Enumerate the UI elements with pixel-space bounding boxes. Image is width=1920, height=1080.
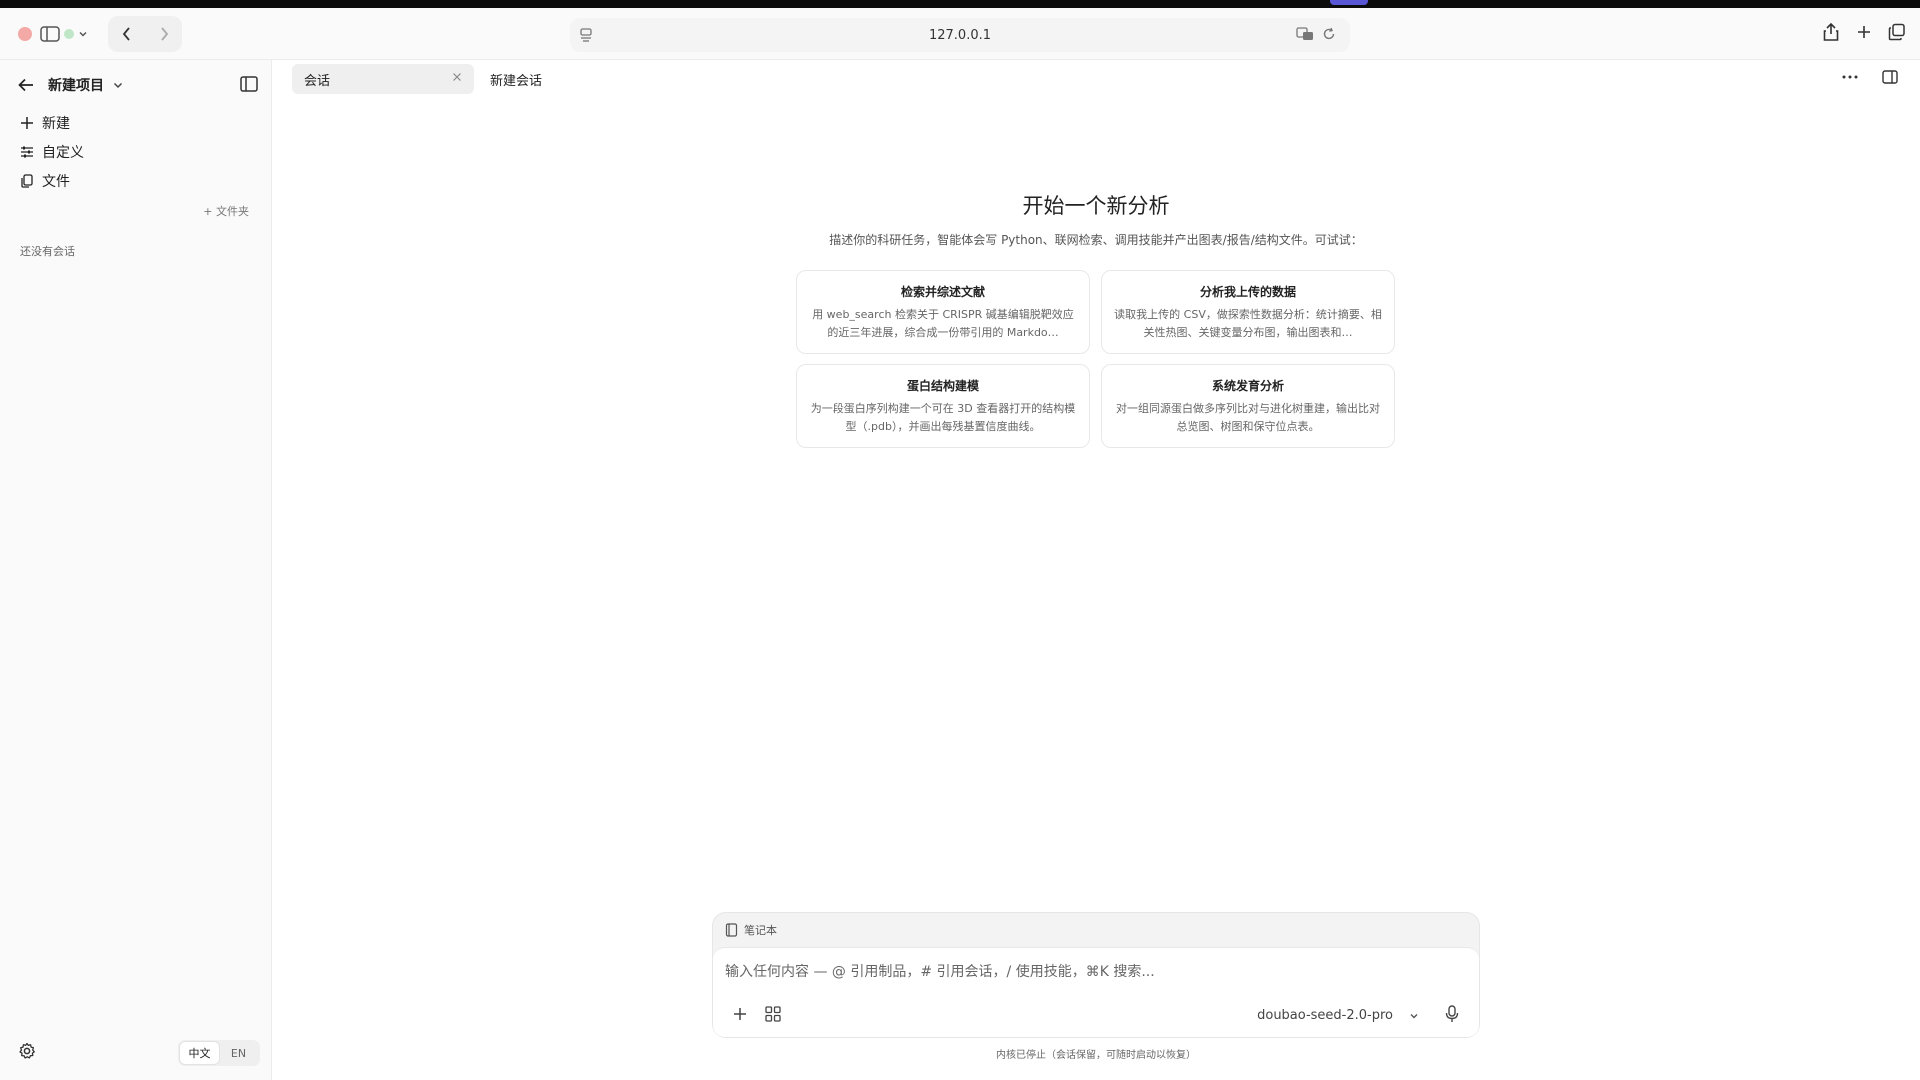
tab-overview-button[interactable] xyxy=(1888,23,1906,41)
share-icon xyxy=(1823,22,1839,41)
forward-button[interactable] xyxy=(158,26,170,42)
kernel-status-text: 内核已停止（会话保留，可随时启动以恢复） xyxy=(996,1050,1196,1061)
url-text: 127.0.0.1 xyxy=(928,27,992,43)
toggle-right-panel-button[interactable] xyxy=(1882,70,1898,84)
tab-strip: 会话 新建会话 xyxy=(272,60,1920,96)
translate-icon[interactable] xyxy=(1296,27,1314,41)
chevron-left-icon xyxy=(122,27,130,41)
language-zh-button[interactable]: 中文 xyxy=(180,1042,219,1064)
message-input[interactable] xyxy=(725,960,1465,984)
settings-button[interactable] xyxy=(18,1042,36,1060)
card-title: 蛋白结构建模 xyxy=(906,379,979,393)
suggestion-card-data-analysis[interactable]: 分析我上传的数据 读取我上传的 CSV，做探索性数据分析：统计摘要、相关性热图、… xyxy=(1101,270,1395,354)
close-window-button[interactable] xyxy=(18,27,32,41)
suggestion-card-phylogeny[interactable]: 系统发育分析 对一组同源蛋白做多序列比对与进化树重建，输出比对总览图、树图和保守… xyxy=(1101,364,1395,448)
add-folder-button[interactable]: + 文件夹 xyxy=(203,203,249,219)
chevron-down-icon xyxy=(1410,1013,1418,1018)
composer: 笔记本 doubao-seed-2.0-pro xyxy=(712,912,1480,1038)
sidebar-toggle-icon[interactable] xyxy=(40,26,60,42)
model-name: doubao-seed-2.0-pro xyxy=(1257,1008,1393,1023)
tab-label: 会话 xyxy=(304,73,331,89)
page-settings-icon[interactable] xyxy=(578,27,594,47)
new-tab-button[interactable] xyxy=(1856,24,1872,40)
sidebar-item-label: 新建 xyxy=(42,115,70,132)
chevron-down-icon xyxy=(113,82,123,89)
navigation-buttons xyxy=(108,16,182,52)
sidebar-item-label: 文件 xyxy=(42,173,70,190)
microphone-icon xyxy=(1445,1005,1459,1022)
share-button[interactable] xyxy=(1822,22,1840,42)
sidebar-item-files[interactable]: 文件 xyxy=(20,166,84,195)
plus-icon xyxy=(1858,26,1870,38)
card-title: 检索并综述文献 xyxy=(900,285,985,299)
welcome-subtitle: 描述你的科研任务，智能体会写 Python、联网检索、调用技能并产出图表/报告/… xyxy=(829,233,1363,247)
suggestion-card-protein-structure[interactable]: 蛋白结构建模 为一段蛋白序列构建一个可在 3D 查看器打开的结构模型（.pdb）… xyxy=(796,364,1090,448)
chevron-down-icon[interactable] xyxy=(78,29,88,39)
sidebar-item-label: 自定义 xyxy=(42,144,84,161)
more-horizontal-icon xyxy=(1842,75,1858,79)
notebook-icon xyxy=(725,923,738,937)
address-bar[interactable]: 127.0.0.1 xyxy=(570,18,1350,52)
sidebar: 新建项目 新建 自定义 文件 + 文件夹 还没有会话 中文 EN xyxy=(0,60,272,1080)
tab-conversation[interactable]: 会话 xyxy=(292,64,474,94)
tab-group-dot-icon xyxy=(64,29,74,39)
card-description: 对一组同源蛋白做多序列比对与进化树重建，输出比对总览图、树图和保守位点表。 xyxy=(1116,402,1380,433)
browser-right-actions xyxy=(1822,22,1906,42)
browser-toolbar: 127.0.0.1 xyxy=(0,8,1920,60)
suggestion-card-literature[interactable]: 检索并综述文献 用 web_search 检索关于 CRISPR 碱基编辑脱靶效… xyxy=(796,270,1090,354)
system-top-strip xyxy=(0,0,1920,8)
card-title: 系统发育分析 xyxy=(1211,379,1284,393)
gear-icon xyxy=(19,1042,35,1059)
back-button[interactable] xyxy=(121,26,133,42)
plus-icon xyxy=(20,116,42,130)
files-icon xyxy=(20,173,42,188)
sliders-icon xyxy=(20,145,42,159)
sidebar-panel-icon xyxy=(240,76,258,92)
composer-input-area: doubao-seed-2.0-pro xyxy=(713,947,1479,1037)
back-to-projects-button[interactable] xyxy=(18,78,34,92)
sidebar-toggle-group[interactable] xyxy=(36,18,92,50)
card-description: 用 web_search 检索关于 CRISPR 碱基编辑脱靶效应的近三年进展，… xyxy=(812,308,1074,339)
card-description: 为一段蛋白序列构建一个可在 3D 查看器打开的结构模型（.pdb），并画出每残基… xyxy=(810,402,1076,433)
sidebar-item-customize[interactable]: 自定义 xyxy=(20,137,84,166)
composer-tools xyxy=(733,1006,781,1022)
sidebar-item-new[interactable]: 新建 xyxy=(20,108,84,137)
notebook-selector[interactable]: 笔记本 xyxy=(725,922,777,938)
arrow-left-icon xyxy=(18,78,33,92)
close-tab-button[interactable] xyxy=(452,72,462,82)
project-title[interactable]: 新建项目 xyxy=(48,75,104,95)
close-icon xyxy=(453,73,461,81)
project-header: 新建项目 xyxy=(18,70,258,100)
collapse-sidebar-button[interactable] xyxy=(240,76,258,92)
tab-new-conversation[interactable]: 新建会话 xyxy=(490,70,542,89)
plus-icon xyxy=(734,1008,746,1020)
tabs-overview-icon xyxy=(1888,23,1905,41)
reload-icon[interactable] xyxy=(1322,27,1336,41)
grid-icon xyxy=(765,1006,781,1022)
model-selector[interactable]: doubao-seed-2.0-pro xyxy=(1257,1008,1419,1023)
card-title: 分析我上传的数据 xyxy=(1199,285,1296,299)
right-panel-icon xyxy=(1882,70,1898,84)
project-dropdown-button[interactable] xyxy=(112,79,124,91)
attach-button[interactable] xyxy=(733,1007,747,1021)
voice-input-button[interactable] xyxy=(1445,1005,1459,1023)
notebook-label: 笔记本 xyxy=(744,924,777,937)
status-pill xyxy=(1330,0,1368,5)
language-en-button[interactable]: EN xyxy=(219,1042,258,1064)
card-description: 读取我上传的 CSV，做探索性数据分析：统计摘要、相关性热图、关键变量分布图，输… xyxy=(1114,308,1382,339)
sidebar-menu: 新建 自定义 文件 xyxy=(20,108,84,195)
tab-strip-actions xyxy=(1842,70,1898,84)
chevron-right-icon xyxy=(160,27,168,41)
more-options-button[interactable] xyxy=(1842,75,1858,79)
language-toggle: 中文 EN xyxy=(178,1040,260,1066)
skills-grid-button[interactable] xyxy=(765,1006,781,1022)
empty-conversations-text: 还没有会话 xyxy=(20,245,75,258)
welcome-title: 开始一个新分析 xyxy=(1022,194,1170,218)
